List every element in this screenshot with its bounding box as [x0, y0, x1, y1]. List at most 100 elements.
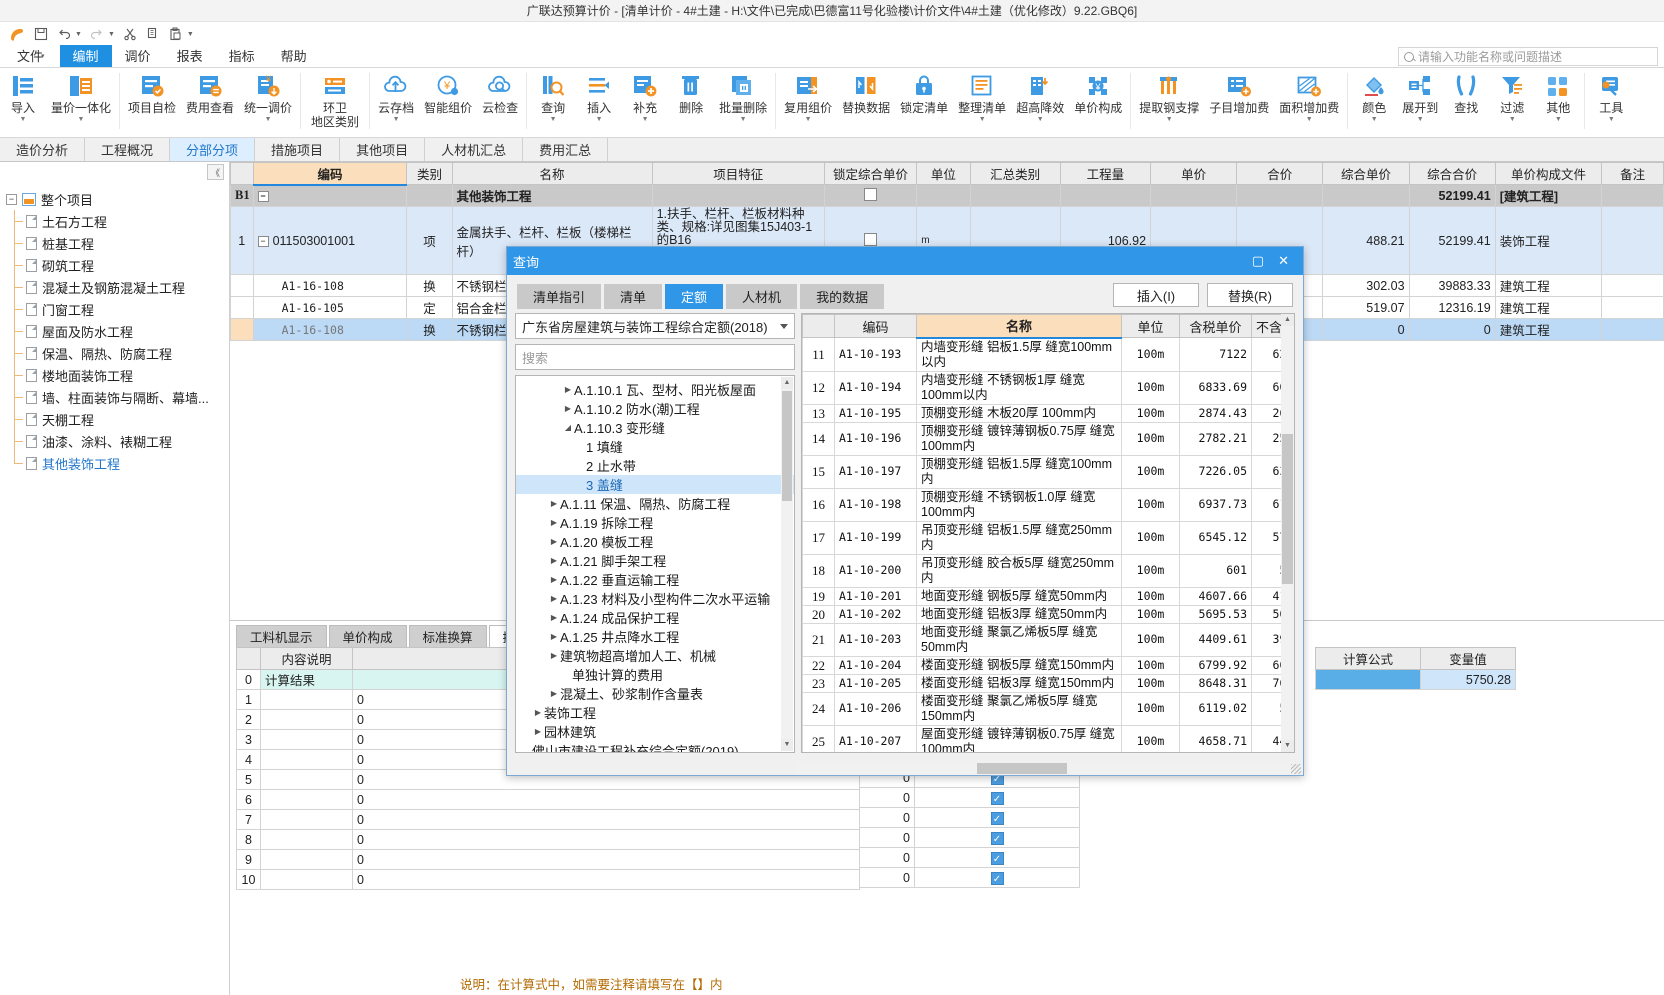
- table-row[interactable]: 25 A1-10-207 屋面变形缝 镀锌薄钢板0.75厚 缝宽100mm内 100m…: [802, 724, 1294, 752]
- cell-enable[interactable]: ✓: [914, 827, 1080, 848]
- chevron-right-icon[interactable]: ▶: [548, 537, 560, 546]
- ribbon-query[interactable]: 查询 ▼: [530, 71, 576, 137]
- chevron-right-icon[interactable]: ▶: [548, 594, 560, 603]
- ribbon-color[interactable]: 颜色 ▼: [1351, 71, 1397, 137]
- chevron-right-icon[interactable]: ▶: [548, 689, 560, 698]
- undo-dropdown-icon[interactable]: ▼: [75, 31, 82, 38]
- table-row[interactable]: 15 A1-10-197 顶棚变形缝 铝板1.5厚 缝宽100mm内 100m 7226…: [802, 454, 1294, 489]
- tree-item[interactable]: ◢ A.1.10.3 变形缝: [516, 418, 794, 437]
- dropdown-arrow-icon[interactable]: ▼: [1555, 116, 1562, 124]
- tree-item[interactable]: ▶ 混凝土、砂浆制作含量表: [516, 684, 794, 703]
- ribbon-unified-price[interactable]: ¥ 统一调价 ▼: [239, 71, 297, 137]
- resize-grip[interactable]: [1291, 764, 1301, 774]
- ribbon-expand-to[interactable]: 展开到 ▼: [1397, 71, 1443, 137]
- cell-code[interactable]: A1-16-108: [252, 274, 408, 297]
- tree-item[interactable]: 佛山市建设工程补充综合定额(2019): [516, 741, 794, 752]
- cell-code[interactable]: −: [252, 184, 408, 207]
- cell-enable[interactable]: ✓: [914, 807, 1080, 828]
- chevron-right-icon[interactable]: ▶: [548, 556, 560, 565]
- table-row[interactable]: 20 A1-10-202 地面变形缝 铝板3厚 缝宽50mm内 100m 5695.53…: [802, 604, 1294, 624]
- ribbon-sanitation[interactable]: 环卫 地区类别: [304, 71, 366, 137]
- tree-item[interactable]: ▶ A.1.20 模板工程: [516, 532, 794, 551]
- dropdown-arrow-icon[interactable]: ▼: [1371, 116, 1378, 124]
- standard-select[interactable]: 广东省房屋建筑与装饰工程综合定额(2018): [515, 313, 795, 339]
- cell-expression[interactable]: 0: [352, 809, 860, 830]
- cell-expression[interactable]: 0: [352, 849, 860, 870]
- col-remark[interactable]: 备注: [1601, 162, 1664, 185]
- sidebar-item-roof-waterproof[interactable]: 屋面及防水工程: [0, 320, 229, 342]
- col-comp-total[interactable]: 综合合价: [1408, 162, 1496, 185]
- chevron-right-icon[interactable]: ▶: [548, 632, 560, 641]
- scroll-down-icon[interactable]: ▼: [1281, 740, 1294, 752]
- table-row[interactable]: 60: [236, 789, 860, 810]
- cell-enable[interactable]: ✓: [914, 847, 1080, 868]
- ribbon-import[interactable]: 导入 ▼: [0, 71, 46, 137]
- sidebar-item-masonry[interactable]: 砌筑工程: [0, 254, 229, 276]
- dropdown-arrow-icon[interactable]: ▼: [596, 116, 603, 124]
- tree-item[interactable]: ▶ 装饰工程: [516, 703, 794, 722]
- table-row[interactable]: B1 − 其他装饰工程 52199.41 [建筑工程]: [230, 184, 1664, 207]
- table-row[interactable]: 24 A1-10-206 楼面变形缝 聚氯乙烯板5厚 缝宽150mm内 100m 611…: [802, 691, 1294, 726]
- dropdown-arrow-icon[interactable]: ▼: [1509, 116, 1516, 124]
- cell-enable[interactable]: ✓: [914, 867, 1080, 888]
- insert-button[interactable]: 插入(I): [1113, 283, 1199, 307]
- ribbon-supplement[interactable]: 补充 ▼: [622, 71, 668, 137]
- chevron-right-icon[interactable]: ▶: [548, 575, 560, 584]
- tree-item[interactable]: ▶ A.1.22 垂直运输工程: [516, 570, 794, 589]
- tab-price-composition[interactable]: 单价构成: [328, 625, 407, 647]
- tree-item[interactable]: ▶ A.1.11 保温、隔热、防腐工程: [516, 494, 794, 513]
- col-lock-price[interactable]: 锁定综合单价: [823, 162, 918, 185]
- ribbon-integration[interactable]: 量价一体化 ▼: [46, 71, 116, 137]
- ribbon-self-check[interactable]: 项目自检: [123, 71, 181, 137]
- ribbon-tools[interactable]: 工具 ▼: [1588, 71, 1634, 137]
- table-row[interactable]: 10 0: [236, 869, 860, 890]
- dropdown-arrow-icon[interactable]: ▼: [979, 116, 986, 124]
- lock-checkbox[interactable]: [864, 187, 878, 201]
- table-row[interactable]: 80: [236, 829, 860, 850]
- col-name[interactable]: 名称: [916, 314, 1122, 339]
- tab-resource-summary[interactable]: 人材机汇总: [425, 138, 524, 161]
- sidebar-item-pile[interactable]: 桩基工程: [0, 232, 229, 254]
- chevron-right-icon[interactable]: ▶: [548, 613, 560, 622]
- ribbon-area-fee[interactable]: 面积增加费 ▼: [1274, 71, 1344, 137]
- redo-dropdown-icon[interactable]: ▼: [108, 31, 115, 38]
- more-commands-icon[interactable]: ▼: [187, 31, 194, 38]
- dropdown-arrow-icon[interactable]: ▼: [265, 116, 272, 124]
- maximize-icon[interactable]: ▢: [1252, 253, 1264, 269]
- sidebar-item-insulation[interactable]: 保温、隔热、防腐工程: [0, 342, 229, 364]
- chevron-down-icon[interactable]: ◢: [562, 423, 574, 432]
- table-row[interactable]: 13 A1-10-195 顶棚变形缝 木板20厚 100mm内 100m 2874.43…: [802, 403, 1294, 423]
- sidebar-item-earthwork[interactable]: 土石方工程: [0, 210, 229, 232]
- ribbon-batch-delete[interactable]: 批量删除 ▼: [714, 71, 772, 137]
- dropdown-arrow-icon[interactable]: ▼: [1037, 116, 1044, 124]
- menu-item-indicator[interactable]: 指标: [216, 45, 268, 67]
- col-comp-price[interactable]: 综合单价: [1322, 162, 1410, 185]
- dialog-tab-my-data[interactable]: 我的数据: [800, 284, 885, 309]
- tab-fee-summary[interactable]: 费用汇总: [523, 138, 609, 161]
- grid-horizontal-scrollbar[interactable]: [797, 763, 1289, 774]
- col-summary-category[interactable]: 汇总类别: [969, 162, 1061, 185]
- scroll-up-icon[interactable]: ▲: [781, 377, 793, 389]
- cell-expression[interactable]: 0: [352, 829, 860, 850]
- sidebar-item-floor-decoration[interactable]: 楼地面装饰工程: [0, 364, 229, 386]
- cell-code[interactable]: A1-16-108: [252, 318, 408, 341]
- dialog-search-input[interactable]: 搜索: [515, 344, 795, 370]
- ribbon-reuse-price[interactable]: 复用组价 ▼: [779, 71, 837, 137]
- paste-icon[interactable]: [166, 24, 186, 44]
- sidebar-item-concrete[interactable]: 混凝土及钢筋混凝土工程: [0, 276, 229, 298]
- ribbon-cloud-archive[interactable]: 云存档 ▼: [373, 71, 419, 137]
- ribbon-height-efficiency[interactable]: 超高降效 ▼: [1011, 71, 1069, 137]
- scroll-thumb[interactable]: [782, 391, 792, 501]
- ribbon-organize-list[interactable]: 整理清单 ▼: [953, 71, 1011, 137]
- dropdown-arrow-icon[interactable]: ▼: [740, 116, 747, 124]
- tab-material-display[interactable]: 工料机显示: [236, 625, 327, 647]
- tab-cost-analysis[interactable]: 造价分析: [0, 138, 86, 161]
- save-icon[interactable]: [31, 24, 51, 44]
- dropdown-arrow-icon[interactable]: ▼: [550, 116, 557, 124]
- ribbon-other[interactable]: 其他 ▼: [1535, 71, 1581, 137]
- sidebar-item-other-decoration[interactable]: 其他装饰工程: [0, 452, 229, 474]
- scroll-down-icon[interactable]: ▼: [781, 739, 793, 751]
- ribbon-insert[interactable]: 插入 ▼: [576, 71, 622, 137]
- chevron-right-icon[interactable]: ▶: [548, 651, 560, 660]
- lock-checkbox[interactable]: [864, 232, 878, 246]
